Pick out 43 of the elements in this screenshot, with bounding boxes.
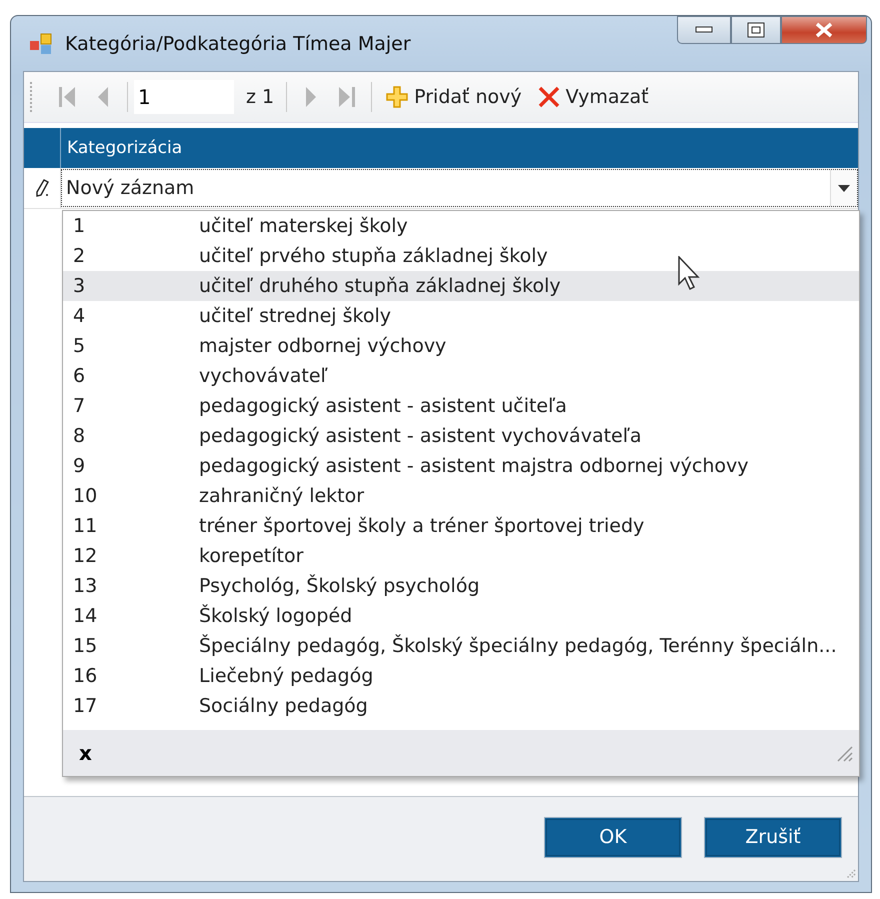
dropdown-item[interactable]: 11 tréner športovej školy a tréner športovej triedy — [63, 511, 859, 541]
mouse-pointer-icon — [678, 256, 702, 292]
dropdown-item[interactable]: 3 učiteľ druhého stupňa základnej školy — [63, 271, 859, 301]
dropdown-item[interactable]: 8 pedagogický asistent - asistent vychovávateľa — [63, 421, 859, 451]
first-page-icon — [58, 86, 76, 108]
plus-icon — [386, 86, 408, 108]
dropdown-item[interactable]: 4 učiteľ strednej školy — [63, 301, 859, 331]
dropdown-item[interactable]: 5 majster odbornej výchovy — [63, 331, 859, 361]
minimize-button[interactable] — [677, 16, 731, 44]
close-dropdown-button[interactable]: x — [79, 741, 92, 765]
dropdown-item[interactable]: 6 vychovávateľ — [63, 361, 859, 391]
dropdown-item[interactable]: 17 Sociálny pedagóg — [63, 691, 859, 721]
close-button[interactable] — [781, 16, 867, 44]
dropdown-item[interactable]: 7 pedagogický asistent - asistent učiteľa — [63, 391, 859, 421]
delete-button[interactable]: Vymazať — [530, 77, 657, 117]
close-icon — [538, 86, 560, 108]
resize-grip-icon[interactable] — [846, 869, 856, 879]
dropdown-item[interactable]: 10 zahraničný lektor — [63, 481, 859, 511]
close-icon — [814, 22, 834, 38]
resize-grip-icon[interactable] — [835, 744, 853, 762]
page-count: z 1 — [246, 86, 274, 108]
minimize-icon — [695, 26, 713, 34]
dropdown-item[interactable]: 13 Psychológ, Školský psychológ — [63, 571, 859, 601]
dropdown-item[interactable]: 14 Školský logopéd — [63, 601, 859, 631]
restore-button[interactable] — [731, 16, 781, 44]
next-icon — [305, 86, 318, 108]
window-title: Kategória/Podkategória Tímea Majer — [65, 32, 411, 54]
previous-icon — [97, 86, 109, 108]
add-new-button[interactable]: Pridať nový — [378, 77, 530, 117]
category-combo-field[interactable]: Nový záznam — [61, 169, 858, 207]
dropdown-item[interactable]: 16 Liečebný pedagóg — [63, 661, 859, 691]
dropdown-item[interactable]: 2 učiteľ prvého stupňa základnej školy — [63, 241, 859, 271]
dropdown-item[interactable]: 1 učiteľ materskej školy — [63, 211, 859, 241]
last-page-icon — [338, 86, 356, 108]
restore-icon — [747, 22, 765, 38]
dropdown-item[interactable]: 12 korepetítor — [63, 541, 859, 571]
page-number-field[interactable]: 1 — [134, 80, 234, 114]
cancel-button[interactable]: Zrušiť — [704, 816, 842, 858]
app-icon — [29, 32, 53, 56]
dropdown-item[interactable]: 9 pedagogický asistent - asistent majstra odbornej výchovy — [63, 451, 859, 481]
dropdown-item[interactable]: 15 Špeciálny pedagóg, Školský špeciálny pedagóg, Terénny špeciáln... — [63, 631, 859, 661]
ok-button[interactable]: OK — [544, 816, 682, 858]
dropdown-arrow-icon — [838, 184, 850, 192]
